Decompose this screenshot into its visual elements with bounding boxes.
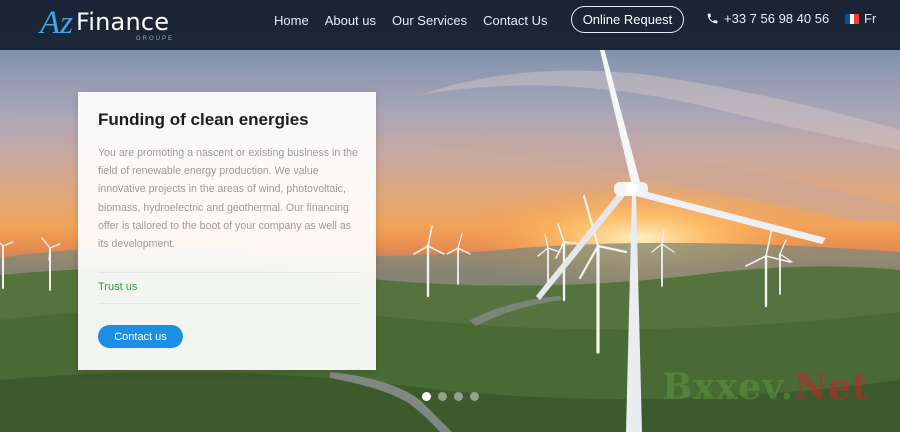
nav-contact-us[interactable]: Contact Us bbox=[483, 13, 547, 28]
phone-number: +33 7 56 98 40 56 bbox=[724, 11, 830, 26]
watermark: Bxxev.Net bbox=[662, 366, 870, 408]
hero-description: You are promoting a nascent or existing … bbox=[98, 147, 358, 251]
watermark-part-1: Bxxev. bbox=[662, 366, 795, 408]
slider-dot-1[interactable] bbox=[422, 392, 431, 401]
main-navigation: Home About us Our Services Contact Us bbox=[274, 0, 547, 40]
azfinance-logo[interactable]: Az Finance GROUPE bbox=[40, 4, 180, 46]
nav-our-services[interactable]: Our Services bbox=[392, 13, 467, 28]
hero-content-card: Funding of clean energies You are promot… bbox=[78, 92, 376, 370]
logo-tagline: GROUPE bbox=[136, 36, 175, 42]
slider-dot-2[interactable] bbox=[438, 392, 447, 401]
divider bbox=[98, 272, 360, 273]
hero-title: Funding of clean energies bbox=[98, 110, 309, 129]
divider bbox=[98, 303, 360, 304]
slider-dot-3[interactable] bbox=[454, 392, 463, 401]
watermark-part-2: Net bbox=[794, 366, 870, 408]
site-header: Az Finance GROUPE Home About us Our Serv… bbox=[0, 0, 900, 50]
logo-az-mark: Az bbox=[40, 5, 73, 41]
slider-dot-4[interactable] bbox=[470, 392, 479, 401]
language-label: Fr bbox=[864, 11, 877, 26]
trust-us-label: Trust us bbox=[98, 281, 138, 293]
phone-icon bbox=[707, 13, 718, 24]
nav-about-us[interactable]: About us bbox=[325, 13, 376, 28]
language-switcher[interactable]: Fr bbox=[845, 11, 876, 26]
contact-us-button[interactable]: Contact us bbox=[98, 325, 183, 348]
logo-wordmark: Finance bbox=[76, 8, 170, 36]
nav-home[interactable]: Home bbox=[274, 13, 309, 28]
online-request-button[interactable]: Online Request bbox=[571, 6, 684, 33]
france-flag-icon bbox=[845, 13, 859, 24]
phone-contact[interactable]: +33 7 56 98 40 56 bbox=[706, 11, 829, 26]
slider-pagination bbox=[422, 392, 479, 401]
